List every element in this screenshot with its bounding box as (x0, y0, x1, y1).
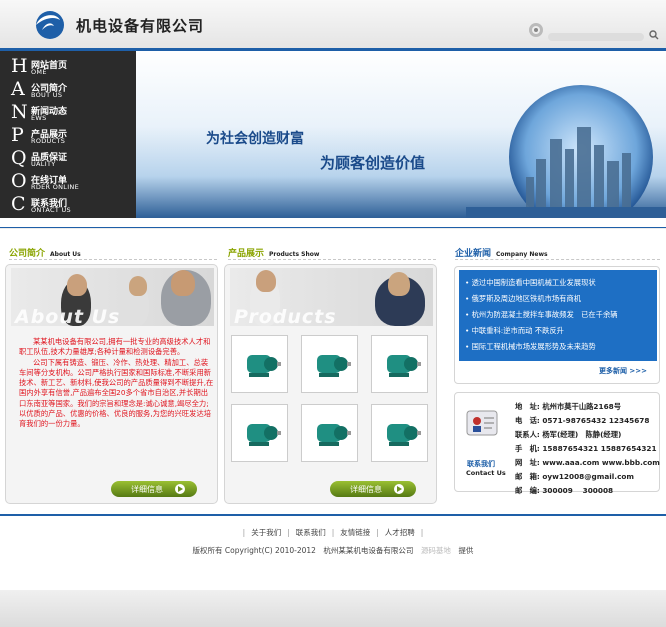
footer-link-friends[interactable]: 友情链接 (340, 528, 370, 537)
products-section-title: 产品展示 Products Show (228, 249, 320, 259)
logo-icon (36, 11, 64, 39)
page-bottom (0, 590, 666, 627)
footer: | 关于我们 | 联系我们 | 友情链接 | 人才招聘 | 版权所有 Copyright(C) … (0, 516, 666, 590)
products-divider (228, 259, 436, 260)
nav-item-home[interactable]: H 网站首页 OME (0, 56, 136, 77)
footer-link-jobs[interactable]: 人才招聘 (385, 528, 415, 537)
footer-links: | 关于我们 | 联系我们 | 友情链接 | 人才招聘 | (242, 528, 424, 537)
product-thumb-4[interactable] (231, 404, 288, 462)
nav-item-contact[interactable]: C 联系我们 ONTACT US (0, 194, 136, 215)
footer-link-contact[interactable]: 联系我们 (296, 528, 326, 537)
about-divider (9, 259, 217, 260)
contact-phone: 电 话: 0571-98765432 12345678 (515, 416, 650, 425)
motor-icon (387, 355, 421, 377)
products-photo: Products (230, 268, 433, 328)
contact-card-icon (466, 410, 498, 436)
news-item[interactable]: 国际工程机械市场发展形势及未来趋势 (465, 342, 596, 352)
motor-icon (247, 424, 281, 446)
contact-website: 网 址: www.aaa.com www.bbb.com (515, 458, 660, 467)
about-more-button[interactable]: 详细信息 (111, 481, 197, 497)
contact-email: 邮 箱: oyw12008@gmail.com (515, 472, 635, 481)
main-nav: H 网站首页 OME A 公司简介 BOUT US N 新闻动态 EWS P 产… (0, 51, 136, 218)
contact-mobile: 手 机: 15887654321 15887654321 (515, 444, 657, 453)
about-section-title: 公司简介 About Us (9, 249, 81, 259)
motor-icon (317, 424, 351, 446)
products-box: Products 详细信息 (224, 264, 437, 504)
product-thumb-5[interactable] (301, 404, 358, 462)
product-thumb-3[interactable] (371, 335, 428, 393)
nav-item-products[interactable]: P 产品展示 RODUCTS (0, 125, 136, 146)
arrow-right-icon (394, 484, 404, 494)
product-thumb-2[interactable] (301, 335, 358, 393)
about-photo: About Us (11, 268, 214, 328)
contact-postcode: 邮 编: 300009 300008 (515, 486, 614, 495)
contact-label: 联系我们 (467, 460, 495, 468)
nav-item-order[interactable]: O 在线订单 RDER ONLINE (0, 171, 136, 192)
nav-item-news[interactable]: N 新闻动态 EWS (0, 102, 136, 123)
banner-slogan-1: 为社会创造财富 (206, 131, 304, 147)
contact-label-en: Contact Us (466, 469, 506, 477)
news-section-title: 企业新闻 Company News (455, 249, 548, 259)
source-link[interactable]: 源码基地 (421, 546, 451, 555)
news-box: 透过中国制造看中国机械工业发展现状 俄罗斯及周边地区铁机市场有商机 杭州为防混凝… (454, 266, 660, 384)
contact-box: 联系我们 Contact Us 地 址: 杭州市莫干山路2168号 电 话: 0… (454, 392, 660, 495)
banner-slogan-2: 为顾客创造价值 (320, 154, 426, 172)
news-item[interactable]: 透过中国制造看中国机械工业发展现状 (465, 278, 596, 288)
about-box: About Us 某某机电设备有限公司,拥有一批专业的高级技术人才和职工队伍,技… (5, 264, 218, 504)
header: 机电设备有限公司 (0, 0, 666, 50)
site-title: 机电设备有限公司 (76, 17, 205, 35)
motor-icon (317, 355, 351, 377)
about-text: 某某机电设备有限公司,拥有一批专业的高级技术人才和职工队伍,技术力量雄厚;各种计… (19, 337, 214, 429)
motor-icon (247, 355, 281, 377)
product-thumb-1[interactable] (231, 335, 288, 393)
news-item[interactable]: 杭州为防混凝土搅拌车事故频发 已在千余辆 (465, 310, 618, 320)
footer-link-about[interactable]: 关于我们 (251, 528, 281, 537)
contact-person: 联系人: 杨军(经理) 陈静(经理) (515, 430, 622, 439)
globe-city-image (466, 85, 666, 218)
contact-address: 地 址: 杭州市莫干山路2168号 (515, 402, 622, 411)
news-list: 透过中国制造看中国机械工业发展现状 俄罗斯及周边地区铁机市场有商机 杭州为防混凝… (459, 270, 657, 361)
news-item[interactable]: 中联重科:逆市而动 不跌反升 (465, 326, 564, 336)
news-divider (455, 259, 660, 260)
copyright: 版权所有 Copyright(C) 2010-2012 杭州某某机电设备有限公司… (192, 546, 474, 555)
search-input[interactable] (548, 33, 644, 41)
banner: 为社会创造财富 为顾客创造价值 (136, 51, 666, 218)
search-icon[interactable] (649, 30, 659, 40)
nav-item-about[interactable]: A 公司简介 BOUT US (0, 79, 136, 100)
product-thumb-6[interactable] (371, 404, 428, 462)
speaker-icon[interactable] (528, 22, 544, 38)
motor-icon (387, 424, 421, 446)
nav-item-quality[interactable]: Q 品质保证 UALITY (0, 148, 136, 169)
products-more-button[interactable]: 详细信息 (330, 481, 416, 497)
banner-divider (0, 218, 666, 228)
news-item[interactable]: 俄罗斯及周边地区铁机市场有商机 (465, 294, 581, 304)
more-news-link[interactable]: 更多新闻 >>> (599, 366, 647, 376)
arrow-right-icon (175, 484, 185, 494)
